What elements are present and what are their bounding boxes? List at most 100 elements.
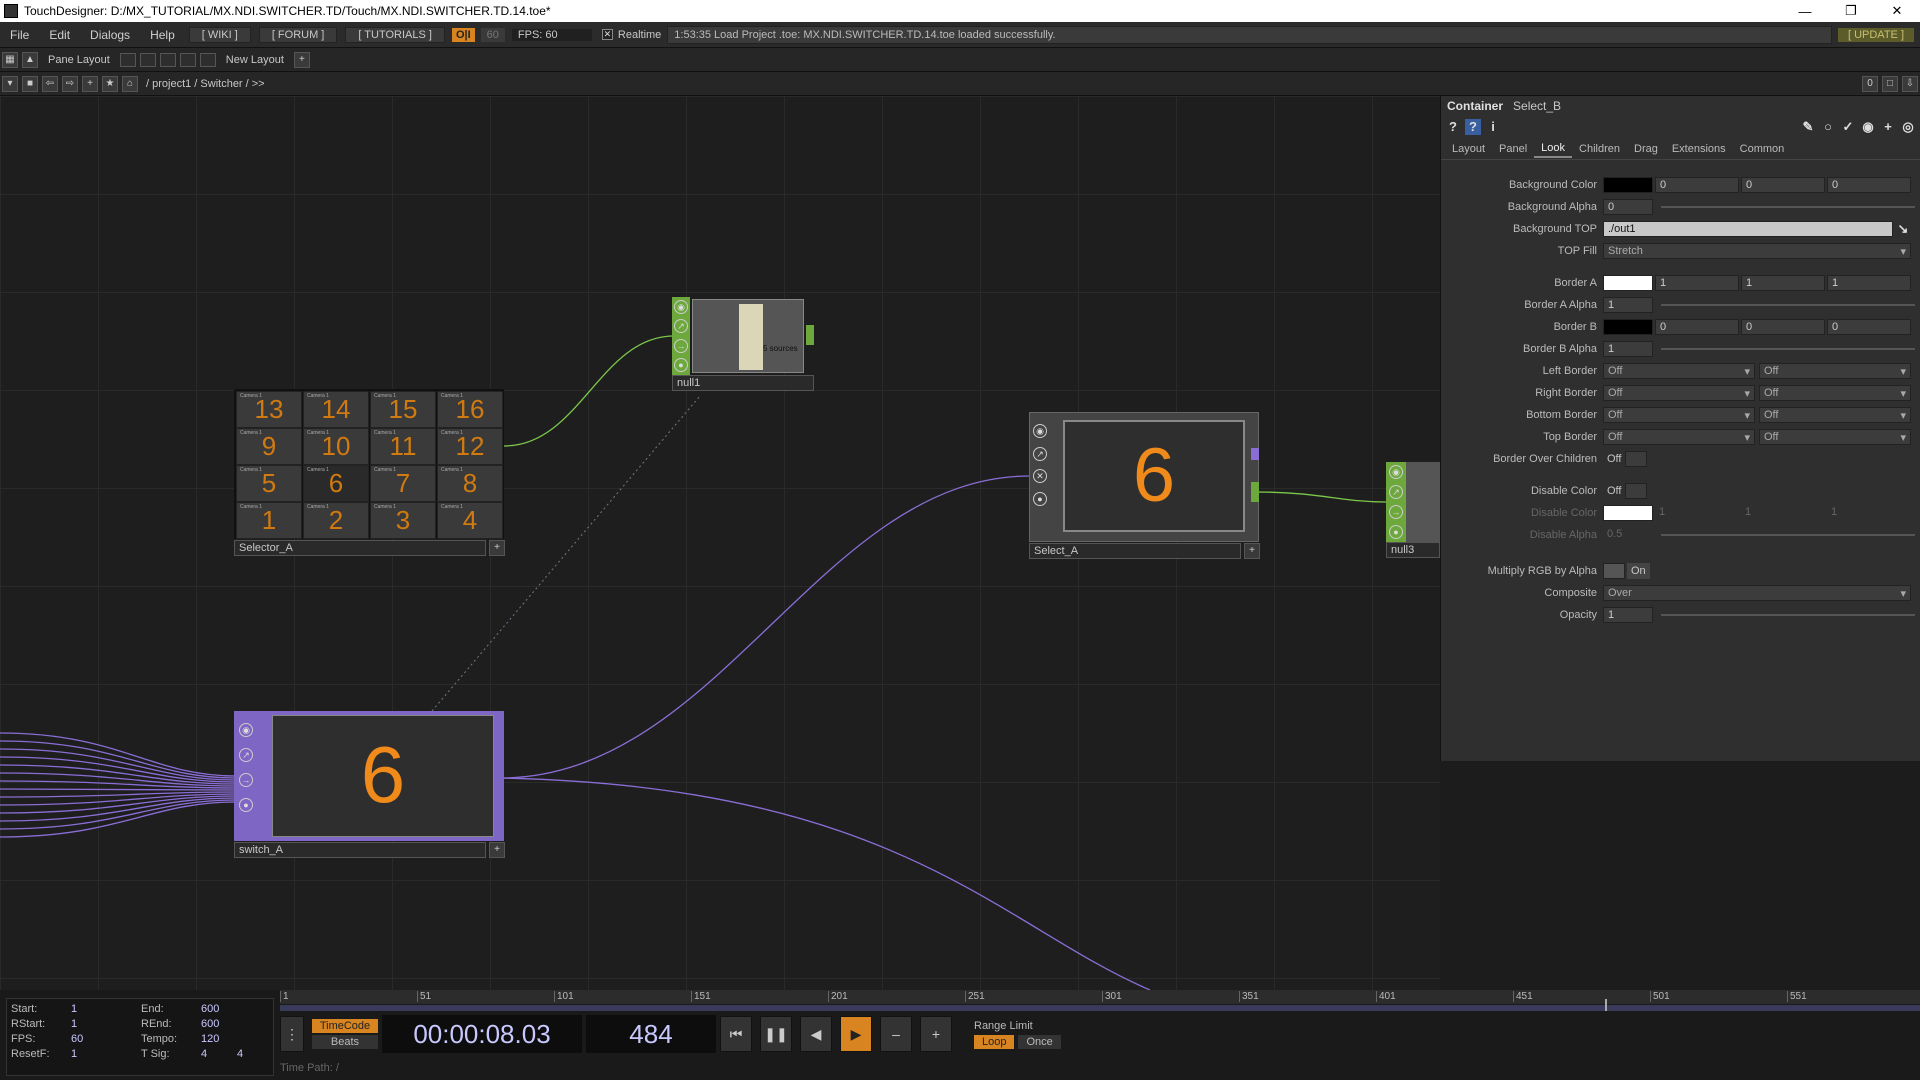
tsig-b-value[interactable]: 4 bbox=[237, 1048, 243, 1060]
tsig-a-value[interactable]: 4 bbox=[201, 1048, 207, 1060]
home-icon[interactable]: ⌂ bbox=[122, 75, 138, 92]
selector-cell[interactable]: Camera 1 12 bbox=[437, 428, 503, 465]
selector-cell[interactable]: Camera 1 10 bbox=[303, 428, 369, 465]
tab-extensions[interactable]: Extensions bbox=[1665, 141, 1733, 157]
fps-limit-field[interactable]: 60 bbox=[480, 27, 505, 42]
selector-cell[interactable]: Camera 18 bbox=[437, 465, 503, 502]
rewind-icon[interactable]: ⏮ bbox=[720, 1016, 752, 1052]
restore-button[interactable]: ❐ bbox=[1828, 0, 1874, 22]
tab-panel[interactable]: Panel bbox=[1492, 141, 1534, 157]
viewer-icon[interactable]: ◉ bbox=[239, 722, 253, 737]
update-button[interactable]: [ UPDATE ] bbox=[1837, 27, 1914, 42]
border-b-swatch[interactable] bbox=[1603, 319, 1653, 335]
playhead[interactable] bbox=[1605, 999, 1607, 1011]
once-button[interactable]: Once bbox=[1018, 1034, 1061, 1049]
selector-cell[interactable]: Camera 1 16 bbox=[437, 391, 503, 428]
network-editor[interactable]: ◉ ↗ → ● 5 sources null1 Camera 1 13 Camera… bbox=[0, 96, 1440, 990]
bg-color-b[interactable]: 0 bbox=[1827, 177, 1911, 193]
stop-icon[interactable]: ■ bbox=[22, 75, 38, 92]
bypass-icon[interactable]: ✕ bbox=[1033, 469, 1047, 484]
border-over-children-box[interactable] bbox=[1625, 451, 1648, 467]
selector-cell[interactable]: Camera 16 bbox=[303, 465, 369, 502]
selector-cell[interactable]: Camera 14 bbox=[437, 502, 503, 539]
disable-color-swatch[interactable] bbox=[1603, 505, 1653, 521]
back-icon[interactable]: ⇦ bbox=[42, 75, 58, 92]
layout-split-horizontal[interactable] bbox=[159, 52, 176, 67]
null1-name[interactable]: null1 bbox=[672, 375, 814, 391]
null3-node[interactable]: ◉ ↗ → ● null3 bbox=[1386, 462, 1440, 558]
disable-color-box[interactable] bbox=[1625, 483, 1648, 499]
selector-cell[interactable]: Camera 19 bbox=[236, 428, 302, 465]
disable-color-g[interactable]: 1 bbox=[1741, 505, 1825, 521]
info-icon[interactable]: i bbox=[1485, 119, 1501, 135]
python-help-icon[interactable]: ? bbox=[1465, 119, 1481, 135]
viewer-icon[interactable]: ◉ bbox=[674, 299, 688, 314]
target-icon[interactable]: ◎ bbox=[1900, 119, 1916, 135]
fps-value[interactable]: 60 bbox=[71, 1033, 83, 1045]
viewer-icon[interactable]: ◉ bbox=[1389, 465, 1403, 479]
selector-cell[interactable]: Camera 17 bbox=[370, 465, 436, 502]
layout-three[interactable] bbox=[179, 52, 196, 67]
multiply-rgb-box[interactable] bbox=[1603, 563, 1625, 579]
forward-icon[interactable]: ⇨ bbox=[62, 75, 78, 92]
border-a-r[interactable]: 1 bbox=[1655, 275, 1739, 291]
comment-icon[interactable]: ○ bbox=[1820, 119, 1836, 135]
disable-color-b[interactable]: 1 bbox=[1827, 505, 1911, 521]
border-a-b[interactable]: 1 bbox=[1827, 275, 1911, 291]
star-icon[interactable]: ★ bbox=[102, 75, 118, 92]
loop-button[interactable]: Loop bbox=[974, 1034, 1015, 1049]
arrow-right-icon[interactable]: → bbox=[1389, 505, 1403, 519]
border-a-alpha-field[interactable]: 1 bbox=[1603, 297, 1653, 313]
activate-icon[interactable]: ↗ bbox=[1389, 485, 1403, 499]
tab-children[interactable]: Children bbox=[1572, 141, 1627, 157]
switch-a-node[interactable]: ◉ ↗ → ● 6 switch_A + bbox=[234, 711, 505, 861]
selector-cell[interactable]: Camera 1 13 bbox=[236, 391, 302, 428]
activate-icon[interactable]: ↗ bbox=[1033, 446, 1047, 461]
bg-color-r[interactable]: 0 bbox=[1655, 177, 1739, 193]
maximize-pane-icon[interactable]: □ bbox=[1882, 75, 1898, 92]
lock-icon[interactable]: ● bbox=[1389, 525, 1403, 539]
select-a-output[interactable] bbox=[1251, 482, 1259, 502]
viewer-icon[interactable]: ◉ bbox=[1033, 424, 1047, 439]
minimize-button[interactable]: — bbox=[1782, 0, 1828, 22]
arrow-icon[interactable]: ↘ bbox=[1895, 221, 1911, 237]
border-b-r[interactable]: 0 bbox=[1655, 319, 1739, 335]
selector-cell[interactable]: Camera 15 bbox=[236, 465, 302, 502]
bottom-border-a-menu[interactable]: Off ▾ bbox=[1603, 407, 1755, 423]
top-fill-menu[interactable]: Stretch ▾ bbox=[1603, 243, 1911, 259]
multiply-rgb-toggle[interactable]: On bbox=[1627, 563, 1650, 579]
expression-icon[interactable]: ✓ bbox=[1840, 119, 1856, 135]
pencil-icon[interactable]: ✎ bbox=[1800, 119, 1816, 135]
right-border-a-menu[interactable]: Off ▾ bbox=[1603, 385, 1755, 401]
start-value[interactable]: 1 bbox=[71, 1003, 77, 1015]
step-minus-icon[interactable]: – bbox=[880, 1016, 912, 1052]
tab-drag[interactable]: Drag bbox=[1627, 141, 1665, 157]
border-b-b[interactable]: 0 bbox=[1827, 319, 1911, 335]
timeline-ruler[interactable]: 151101151201251301351401451501551600 bbox=[280, 990, 1920, 1004]
composite-menu[interactable]: Over ▾ bbox=[1603, 585, 1911, 601]
activate-icon[interactable]: ↗ bbox=[674, 319, 688, 334]
bg-alpha-field[interactable]: 0 bbox=[1603, 199, 1653, 215]
border-over-children-toggle[interactable]: Off bbox=[1603, 451, 1625, 467]
end-value[interactable]: 600 bbox=[201, 1003, 219, 1015]
lock-icon[interactable]: ● bbox=[239, 797, 253, 812]
resetf-value[interactable]: 1 bbox=[71, 1048, 77, 1060]
tab-look[interactable]: Look bbox=[1534, 140, 1573, 158]
selector-a-node[interactable]: Camera 1 13 Camera 1 14 Camera 1 15 Camera 1 16… bbox=[234, 389, 505, 559]
path-value-field[interactable]: 0 bbox=[1862, 75, 1878, 92]
add-layout-icon[interactable]: + bbox=[293, 51, 310, 68]
selector-cell[interactable]: Camera 12 bbox=[303, 502, 369, 539]
forum-button[interactable]: [ FORUM ] bbox=[258, 26, 338, 43]
layout-four[interactable] bbox=[199, 52, 216, 67]
time-slider-handle[interactable]: ⋮ bbox=[280, 1016, 304, 1052]
play-icon[interactable]: ▶ bbox=[840, 1016, 872, 1052]
switch-a-add-icon[interactable]: + bbox=[489, 842, 505, 858]
disable-alpha-field[interactable]: 0.5 bbox=[1603, 527, 1653, 543]
arrow-right-icon[interactable]: → bbox=[674, 338, 688, 353]
border-a-swatch[interactable] bbox=[1603, 275, 1653, 291]
left-border-a-menu[interactable]: Off ▾ bbox=[1603, 363, 1755, 379]
close-button[interactable]: ✕ bbox=[1874, 0, 1920, 22]
activate-icon[interactable]: ↗ bbox=[239, 747, 253, 762]
select-a-add-icon[interactable]: + bbox=[1244, 543, 1260, 559]
selector-cell[interactable]: Camera 13 bbox=[370, 502, 436, 539]
